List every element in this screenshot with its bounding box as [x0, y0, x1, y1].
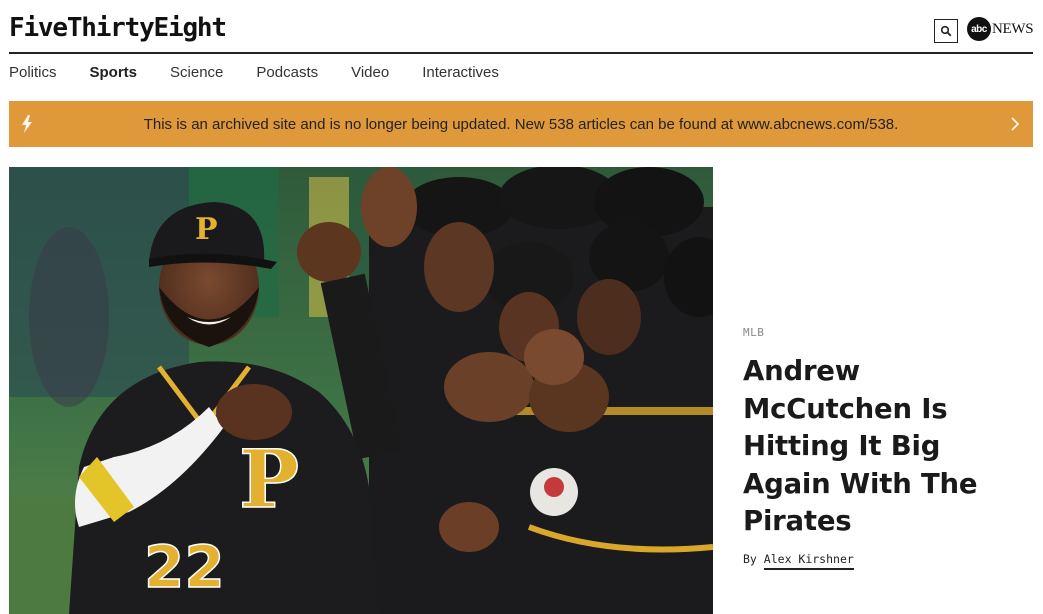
site-header: FiveThirtyEight abc NEWS	[9, 0, 1034, 54]
search-icon	[940, 25, 952, 37]
nav-item-interactives[interactable]: Interactives	[422, 64, 499, 86]
article-kicker[interactable]: MLB	[743, 326, 1033, 339]
article-byline: By Alex Kirshner	[743, 551, 1033, 570]
site-logo[interactable]: FiveThirtyEight	[9, 13, 227, 43]
jersey-letter: P	[239, 432, 299, 526]
byline-prefix: By	[743, 551, 757, 566]
feature-article: MLB Andrew McCutchen Is Hitting It Big A…	[743, 326, 1033, 570]
bolt-icon	[22, 115, 32, 133]
nav-item-politics[interactable]: Politics	[9, 64, 57, 86]
nav-item-video[interactable]: Video	[351, 64, 389, 86]
abc-mark: abc	[967, 17, 991, 41]
nav-item-science[interactable]: Science	[170, 64, 223, 86]
chevron-right-icon[interactable]	[1011, 117, 1019, 131]
abc-news-logo[interactable]: abc NEWS	[967, 17, 1034, 41]
nav-item-sports[interactable]: Sports	[90, 64, 138, 86]
hero-photo: P P 22	[9, 167, 713, 614]
search-button[interactable]	[934, 19, 958, 43]
cap-logo: P	[195, 212, 218, 247]
nav-item-podcasts[interactable]: Podcasts	[256, 64, 318, 86]
abc-news-text: NEWS	[992, 20, 1034, 37]
banner-message: This is an archived site and is no longe…	[143, 115, 899, 133]
main-nav: Politics Sports Science Podcasts Video I…	[9, 64, 532, 86]
hero-image[interactable]: P P 22	[9, 167, 713, 614]
author-link[interactable]: Alex Kirshner	[763, 551, 854, 570]
jersey-number: 22	[144, 533, 225, 601]
article-headline[interactable]: Andrew McCutchen Is Hitting It Big Again…	[743, 353, 1033, 541]
archive-banner[interactable]: This is an archived site and is no longe…	[9, 101, 1033, 147]
